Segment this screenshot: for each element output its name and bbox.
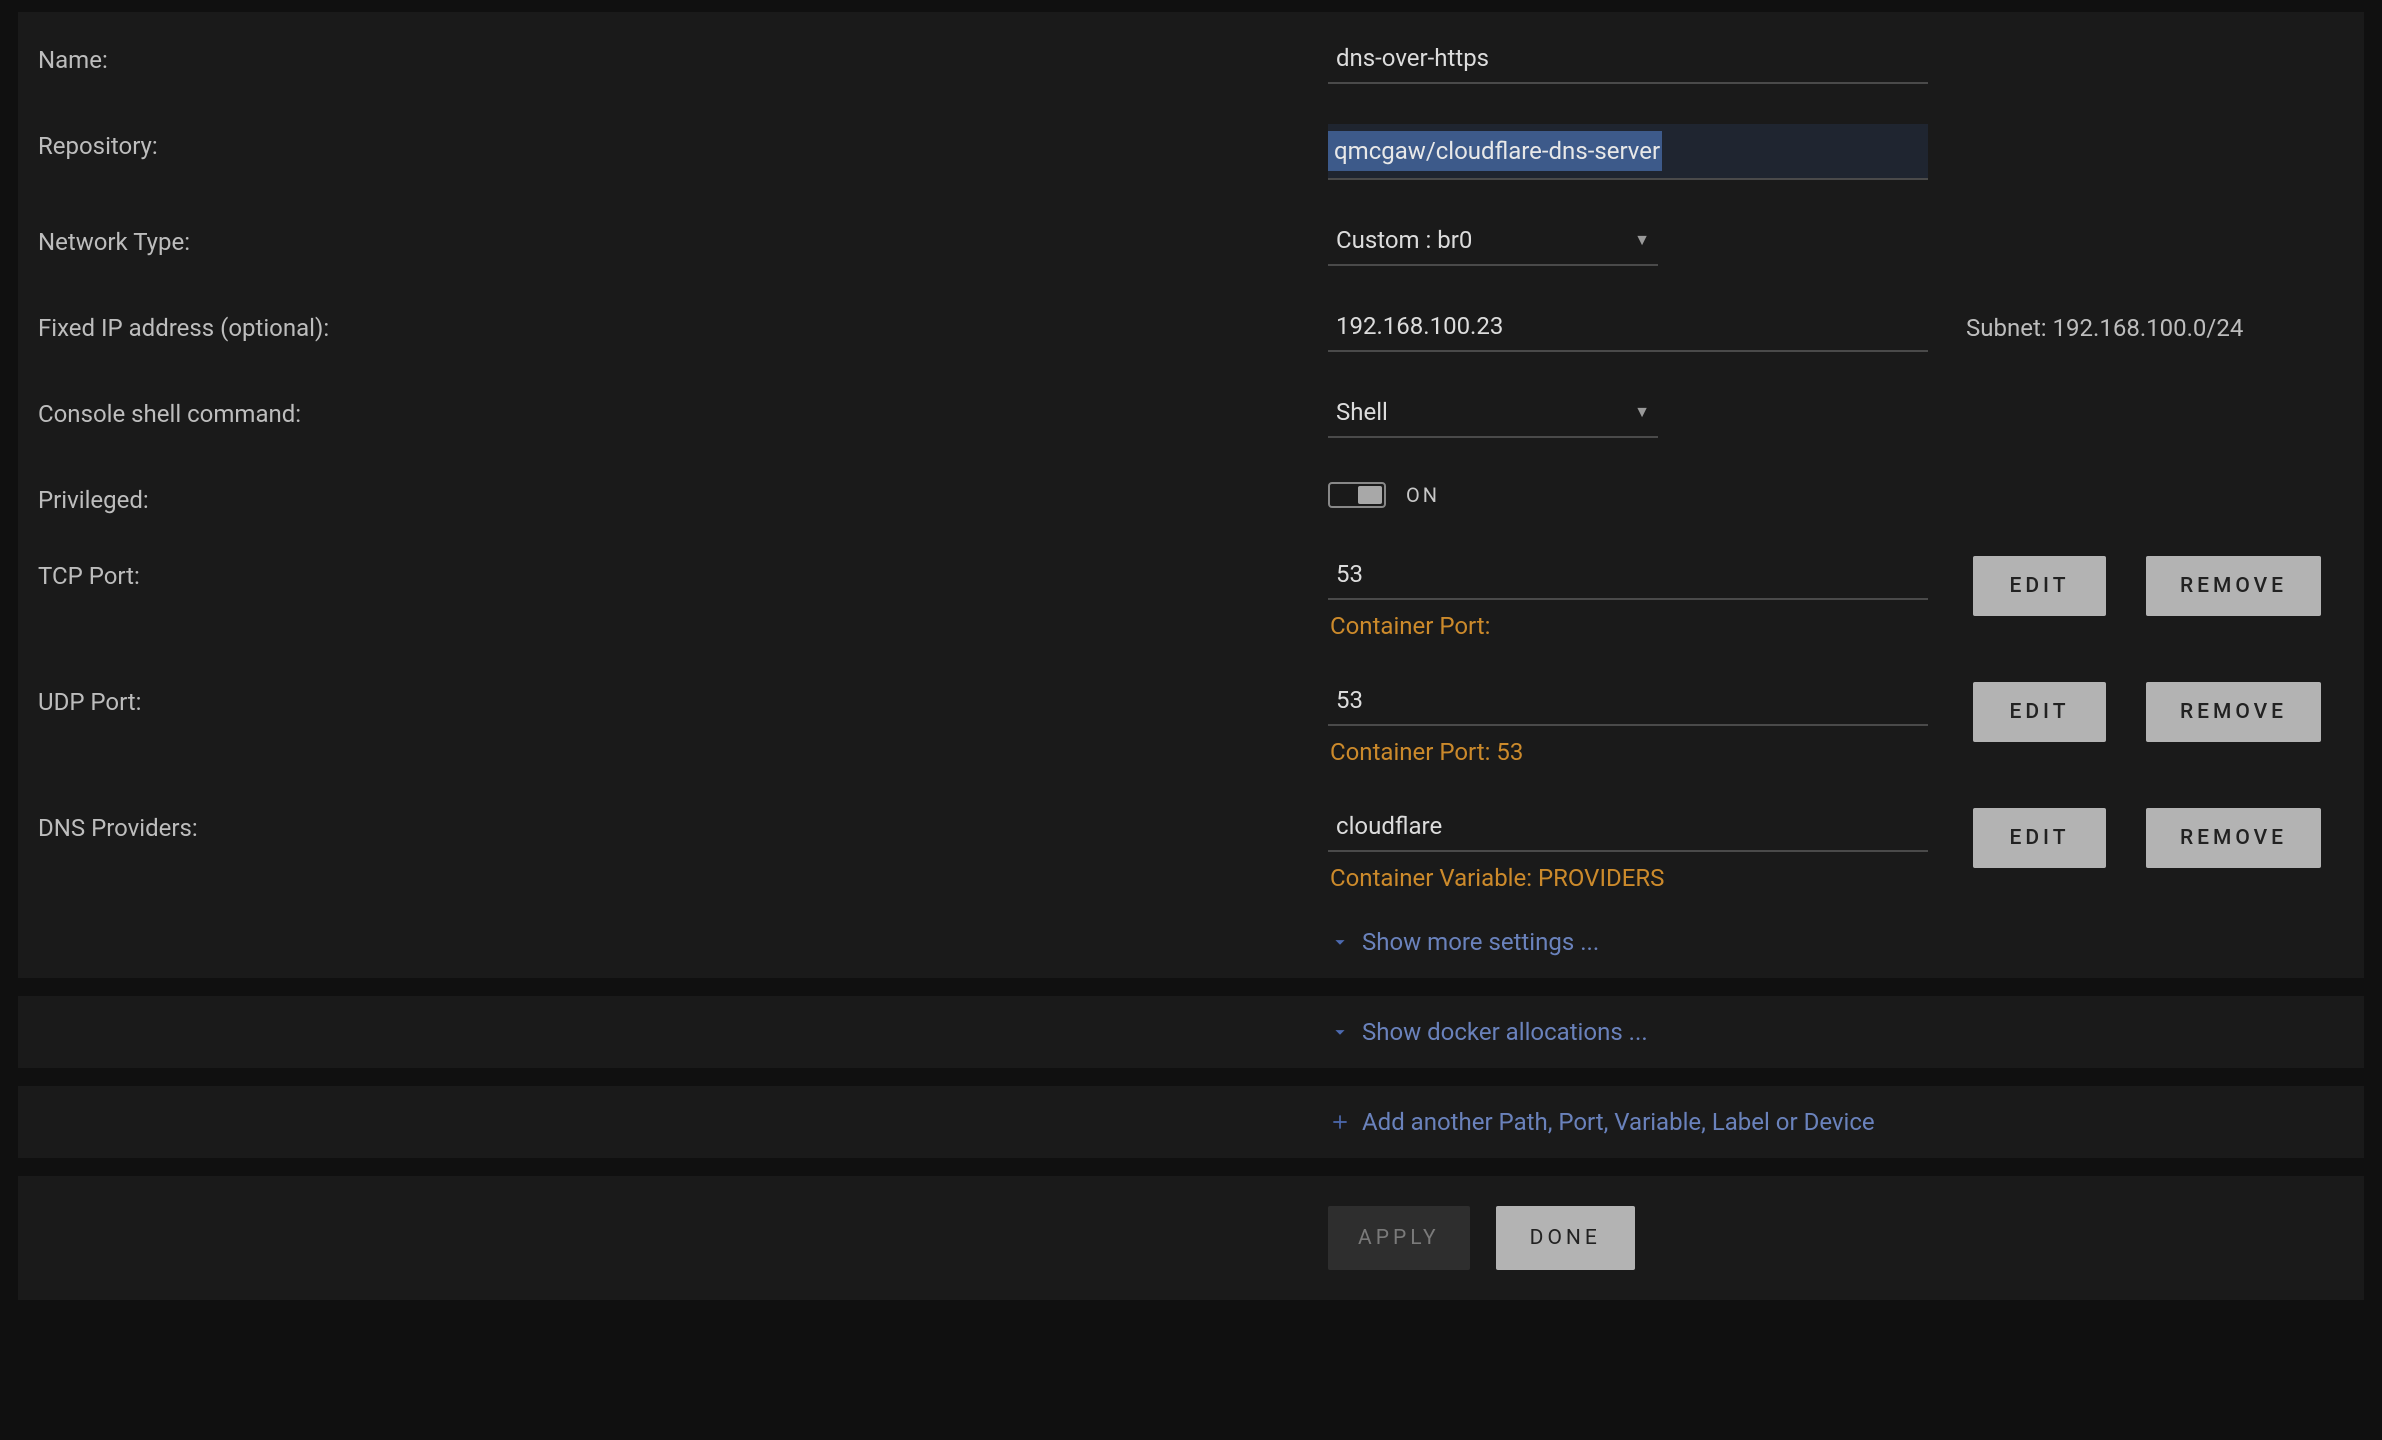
row-repository: Repository: qmcgaw/cloudflare-dns-server — [18, 104, 2364, 200]
privileged-state: ON — [1406, 483, 1440, 507]
dns-providers-subtext: Container Variable: PROVIDERS — [1328, 852, 1928, 892]
row-fixed-ip: Fixed IP address (optional): Subnet: 192… — [18, 286, 2364, 372]
main-settings-panel: Name: Repository: qmcgaw/cloudflare-dns-… — [18, 12, 2364, 978]
row-dns-providers: DNS Providers: Container Variable: PROVI… — [18, 786, 2364, 912]
edit-button[interactable]: EDIT — [1973, 556, 2106, 616]
toggle-knob-icon — [1358, 486, 1382, 504]
row-console-shell: Console shell command: Shell ▼ — [18, 372, 2364, 458]
repository-input[interactable]: qmcgaw/cloudflare-dns-server — [1328, 124, 1928, 180]
repository-value-selected: qmcgaw/cloudflare-dns-server — [1328, 131, 1662, 171]
label-fixed-ip: Fixed IP address (optional): — [38, 306, 1328, 342]
label-privileged: Privileged: — [38, 478, 1328, 514]
tcp-port-input[interactable] — [1328, 554, 1928, 600]
edit-button[interactable]: EDIT — [1973, 808, 2106, 868]
show-more-settings-link[interactable]: Show more settings ... — [18, 912, 2364, 972]
label-console-shell: Console shell command: — [38, 392, 1328, 428]
caret-down-icon: ▼ — [1634, 402, 1650, 422]
name-input[interactable] — [1328, 38, 1928, 84]
show-docker-allocations-link[interactable]: Show docker allocations ... — [18, 1002, 2364, 1062]
chevron-down-icon — [1328, 1021, 1352, 1043]
plus-icon — [1328, 1112, 1352, 1132]
console-shell-select[interactable]: Shell ▼ — [1328, 392, 1658, 438]
network-type-select[interactable]: Custom : br0 ▼ — [1328, 220, 1658, 266]
row-network-type: Network Type: Custom : br0 ▼ — [18, 200, 2364, 286]
remove-button[interactable]: REMOVE — [2146, 808, 2321, 868]
label-network-type: Network Type: — [38, 220, 1328, 256]
add-another-panel: Add another Path, Port, Variable, Label … — [18, 1086, 2364, 1158]
caret-down-icon: ▼ — [1634, 230, 1650, 250]
console-shell-value: Shell — [1336, 398, 1388, 426]
chevron-down-icon — [1328, 931, 1352, 953]
remove-button[interactable]: REMOVE — [2146, 682, 2321, 742]
privileged-toggle[interactable] — [1328, 482, 1386, 508]
row-privileged: Privileged: ON — [18, 458, 2364, 534]
docker-allocations-panel: Show docker allocations ... — [18, 996, 2364, 1068]
label-name: Name: — [38, 38, 1328, 74]
row-tcp-port: TCP Port: Container Port: EDIT REMOVE — [18, 534, 2364, 660]
network-type-value: Custom : br0 — [1336, 226, 1472, 254]
row-name: Name: — [18, 18, 2364, 104]
add-another-link[interactable]: Add another Path, Port, Variable, Label … — [18, 1092, 2364, 1152]
add-another-text: Add another Path, Port, Variable, Label … — [1362, 1108, 1875, 1136]
footer-panel: APPLY DONE — [18, 1176, 2364, 1300]
dns-providers-input[interactable] — [1328, 806, 1928, 852]
apply-button[interactable]: APPLY — [1328, 1206, 1470, 1270]
label-repository: Repository: — [38, 124, 1328, 160]
row-udp-port: UDP Port: Container Port: 53 EDIT REMOVE — [18, 660, 2364, 786]
label-dns-providers: DNS Providers: — [38, 806, 1328, 842]
subnet-text: Subnet: 192.168.100.0/24 — [1928, 306, 2344, 342]
show-more-text: Show more settings ... — [1362, 928, 1599, 956]
udp-port-input[interactable] — [1328, 680, 1928, 726]
edit-button[interactable]: EDIT — [1973, 682, 2106, 742]
label-tcp-port: TCP Port: — [38, 554, 1328, 590]
fixed-ip-input[interactable] — [1328, 306, 1928, 352]
udp-port-subtext: Container Port: 53 — [1328, 726, 1928, 766]
show-docker-text: Show docker allocations ... — [1362, 1018, 1648, 1046]
tcp-port-subtext: Container Port: — [1328, 600, 1928, 640]
done-button[interactable]: DONE — [1496, 1206, 1635, 1270]
label-udp-port: UDP Port: — [38, 680, 1328, 716]
remove-button[interactable]: REMOVE — [2146, 556, 2321, 616]
